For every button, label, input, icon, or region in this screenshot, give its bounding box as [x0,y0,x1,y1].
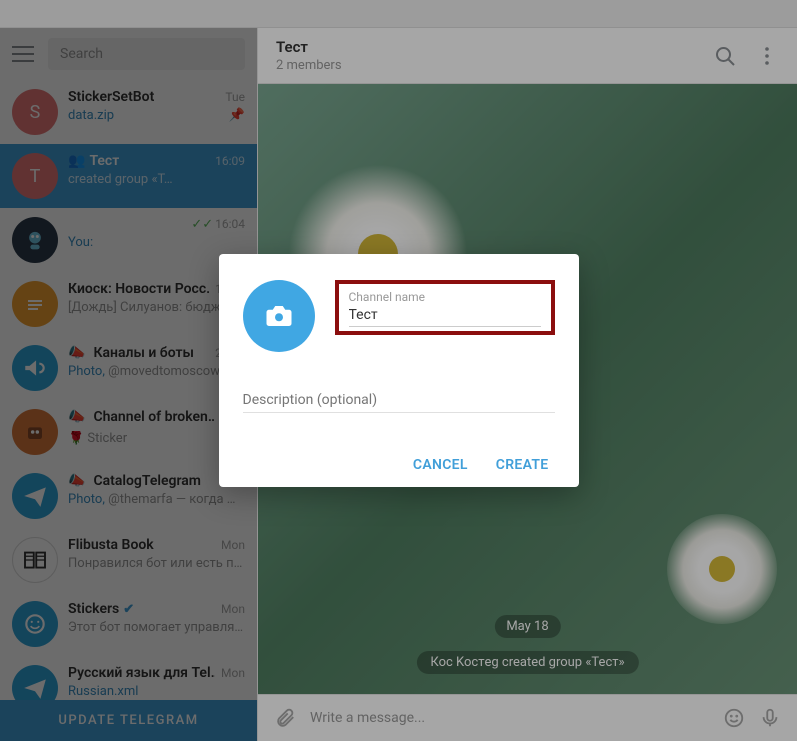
cancel-button[interactable]: CANCEL [413,457,468,473]
create-channel-modal: Channel name CANCEL CREATE [219,254,579,487]
channel-name-label: Channel name [349,290,541,304]
channel-name-input[interactable] [349,304,541,327]
channel-description-input[interactable] [243,388,555,413]
modal-top: Channel name [243,280,555,352]
modal-overlay[interactable]: Channel name CANCEL CREATE [0,0,797,741]
channel-photo-button[interactable] [243,280,315,352]
camera-icon [264,301,294,331]
create-button[interactable]: CREATE [496,457,549,473]
modal-actions: CANCEL CREATE [243,457,555,473]
channel-name-field-highlight: Channel name [335,280,555,335]
